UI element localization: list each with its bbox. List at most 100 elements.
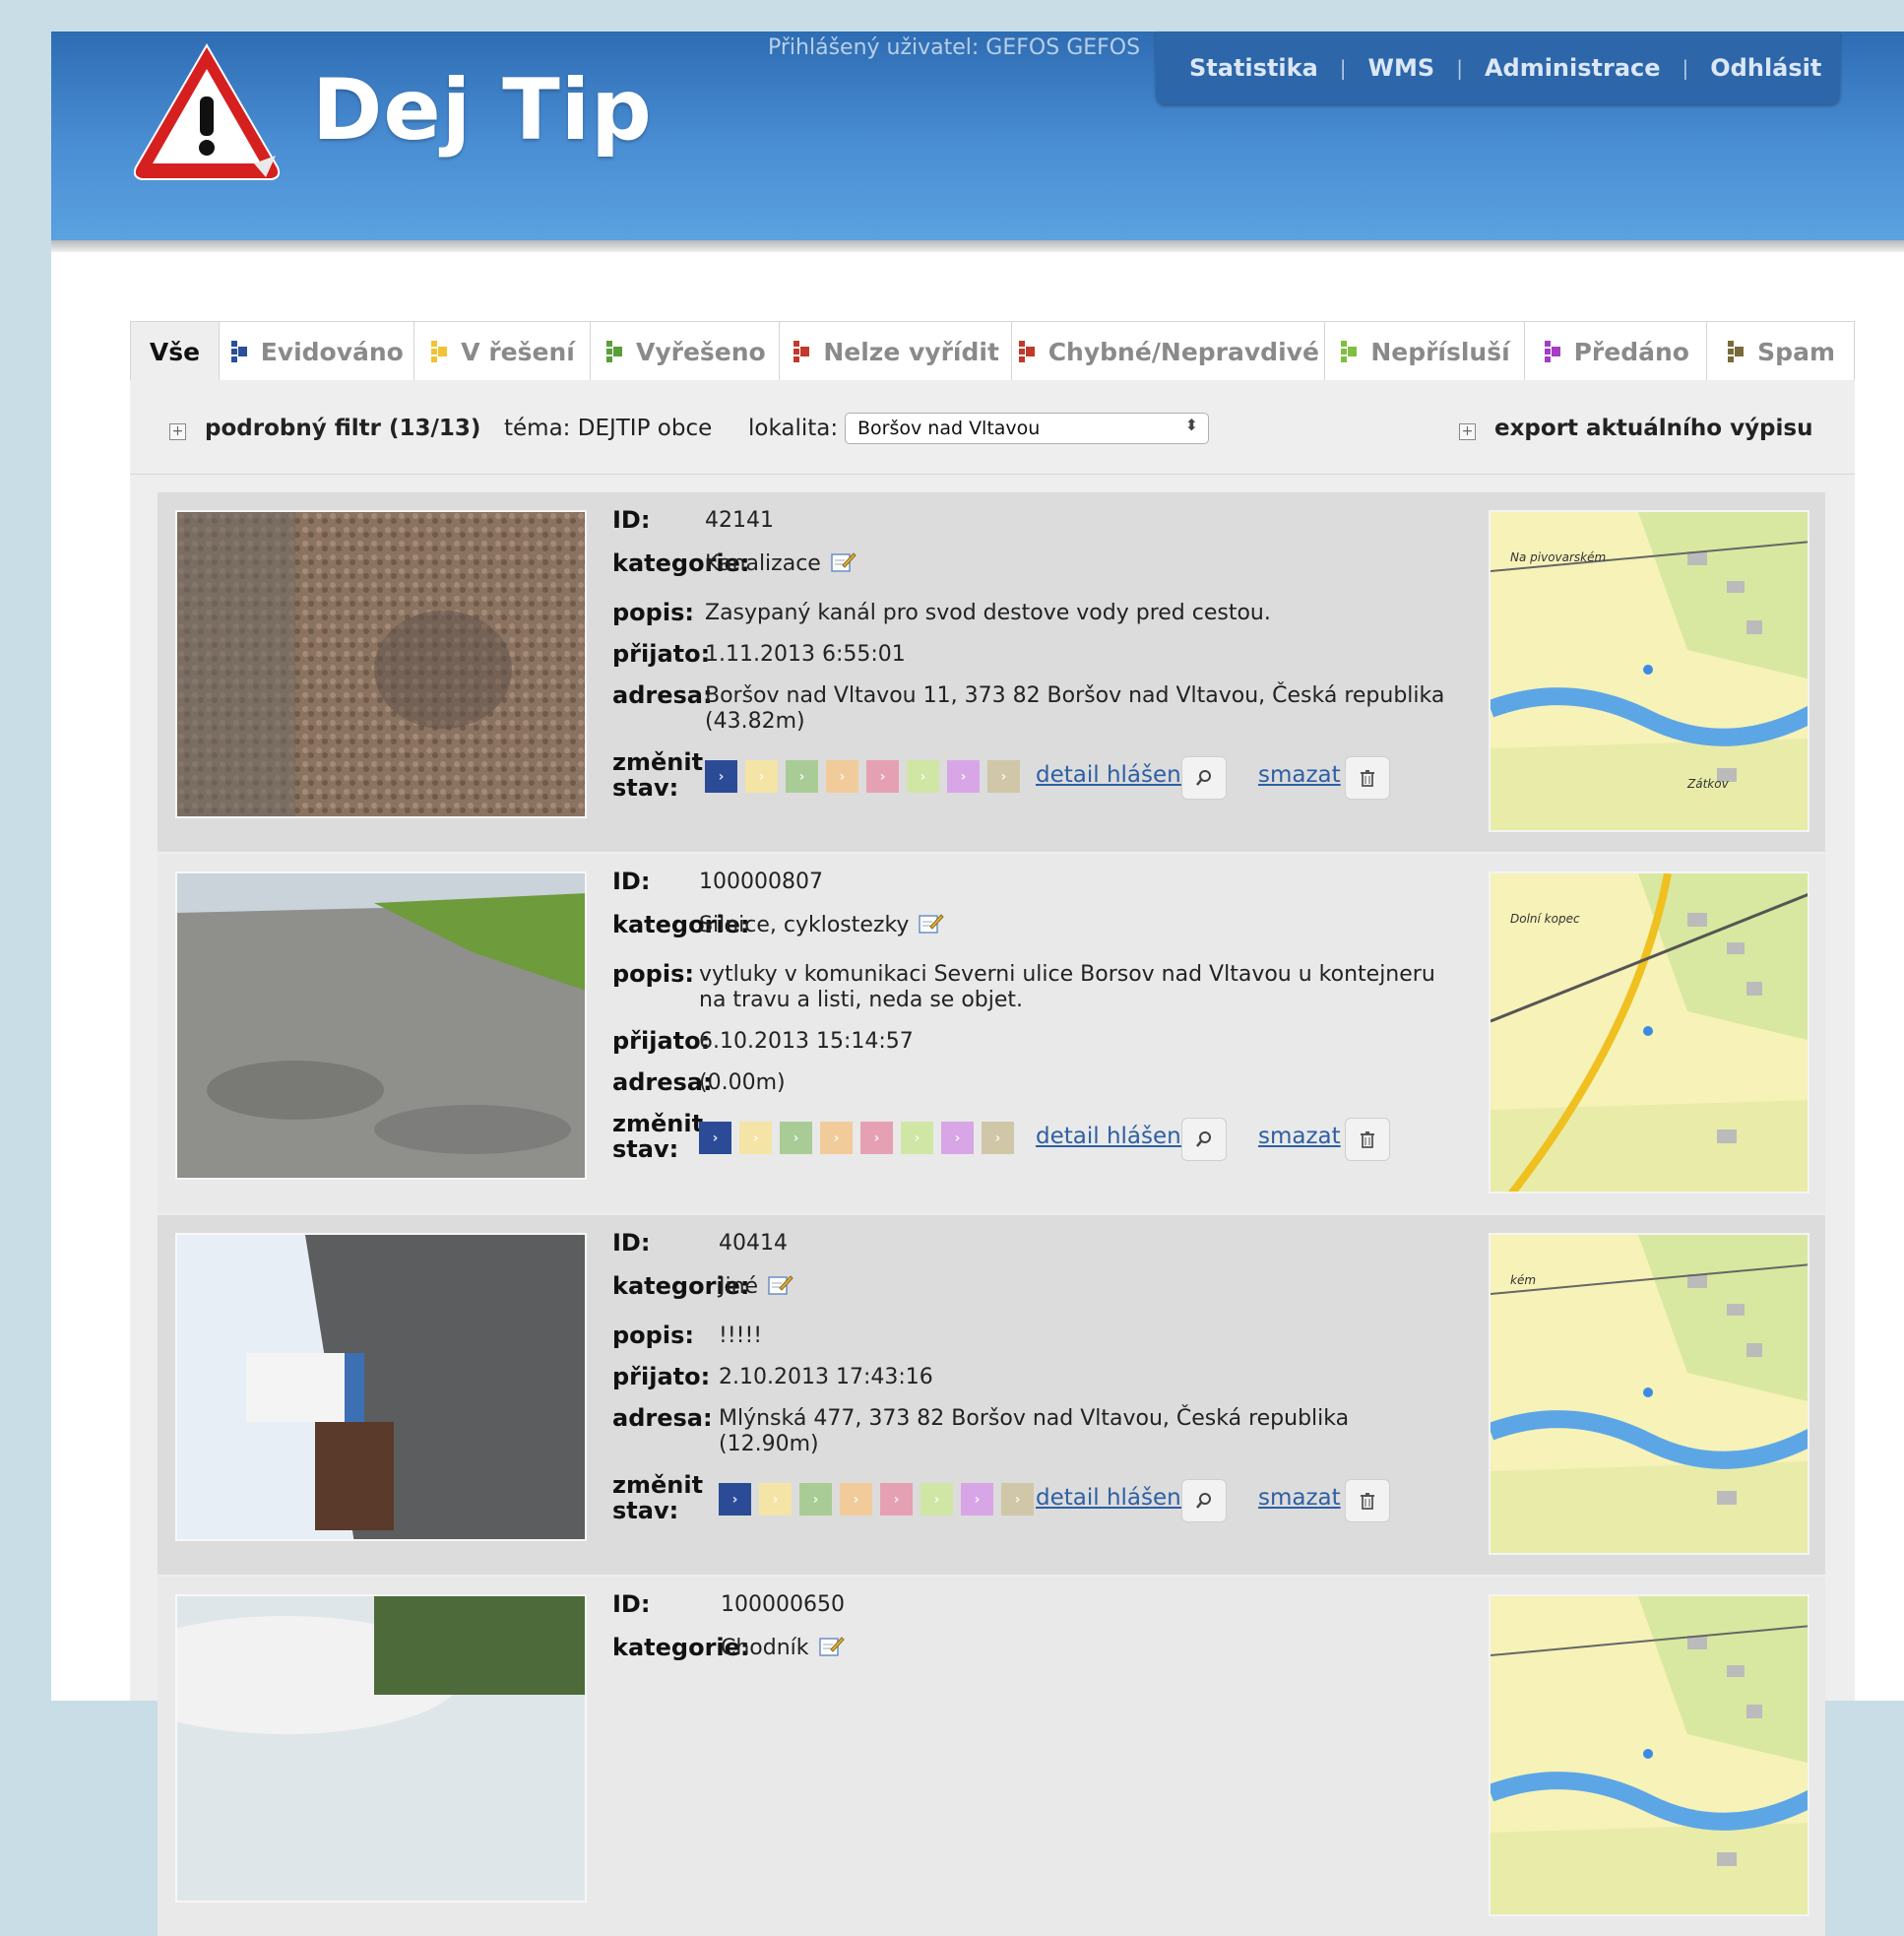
set-status-button-8[interactable]: › bbox=[982, 1122, 1014, 1154]
set-status-button-5[interactable]: › bbox=[880, 1483, 913, 1516]
status-change-buttons: › › › › › › › › bbox=[705, 760, 1020, 793]
tab-status-4[interactable]: Nelze vyřídit bbox=[780, 322, 1012, 381]
delete-report-link[interactable]: smazat bbox=[1258, 762, 1341, 788]
set-status-button-6[interactable]: › bbox=[907, 760, 939, 793]
edit-category-icon[interactable] bbox=[768, 1274, 793, 1296]
trash-icon[interactable] bbox=[1345, 1479, 1390, 1522]
prijato-label: přijato: bbox=[612, 1027, 711, 1055]
tema-label: téma: DEJTIP obce bbox=[504, 416, 713, 441]
tab-label: Nepřísluší bbox=[1370, 337, 1510, 366]
report-popis-line: !!!!! bbox=[719, 1323, 763, 1348]
tab-status-3[interactable]: Vyřešeno bbox=[591, 322, 781, 381]
tab-vse[interactable]: Vše bbox=[131, 322, 220, 381]
tab-status-5[interactable]: Chybné/Nepravdivé bbox=[1011, 322, 1325, 381]
report-photo[interactable] bbox=[175, 871, 587, 1180]
detail-report-link[interactable]: detail hlášení bbox=[1036, 762, 1187, 788]
set-status-button-3[interactable]: › bbox=[780, 1122, 812, 1154]
set-status-button-2[interactable]: › bbox=[759, 1483, 792, 1516]
report-photo[interactable] bbox=[175, 510, 587, 818]
set-status-button-2[interactable]: › bbox=[745, 760, 778, 793]
adresa-label: adresa: bbox=[612, 1068, 713, 1096]
tab-label: Vše bbox=[149, 337, 201, 366]
adresa-label: adresa: bbox=[612, 681, 713, 709]
report-map-thumbnail[interactable]: kém bbox=[1489, 1233, 1809, 1555]
magnify-icon[interactable] bbox=[1181, 1118, 1227, 1161]
nav-statistika[interactable]: Statistika bbox=[1189, 54, 1318, 82]
report-photo[interactable] bbox=[175, 1233, 587, 1541]
set-status-button-7[interactable]: › bbox=[941, 1122, 974, 1154]
report-map-thumbnail[interactable]: Na pivovarském Zátkov bbox=[1489, 510, 1809, 832]
set-status-button-7[interactable]: › bbox=[947, 760, 980, 793]
report-map-thumbnail[interactable] bbox=[1489, 1594, 1809, 1916]
delete-report-link[interactable]: smazat bbox=[1258, 1124, 1341, 1149]
set-status-button-5[interactable]: › bbox=[866, 760, 899, 793]
report-adresa-line: Boršov nad Vltavou 11, 373 82 Boršov nad… bbox=[705, 683, 1445, 708]
set-status-button-2[interactable]: › bbox=[739, 1122, 772, 1154]
report-id: 100000650 bbox=[721, 1592, 845, 1617]
report-adresa-line: (0.00m) bbox=[699, 1070, 786, 1095]
detail-filter-toggle[interactable]: podrobný filtr (13/13) bbox=[205, 416, 480, 441]
set-status-button-8[interactable]: › bbox=[1001, 1483, 1034, 1516]
set-status-button-6[interactable]: › bbox=[901, 1122, 933, 1154]
tab-status-1[interactable]: Evidováno bbox=[219, 322, 414, 381]
set-status-button-4[interactable]: › bbox=[840, 1483, 872, 1516]
tab-label: Předáno bbox=[1573, 337, 1689, 366]
set-status-button-7[interactable]: › bbox=[961, 1483, 993, 1516]
trash-icon[interactable] bbox=[1345, 1118, 1390, 1161]
expand-export-icon[interactable]: + bbox=[1459, 423, 1476, 440]
set-status-button-6[interactable]: › bbox=[920, 1483, 953, 1516]
nav-separator: | bbox=[1456, 56, 1463, 80]
status-flag-icon bbox=[1543, 339, 1562, 364]
lokalita-label: lokalita: bbox=[748, 416, 839, 441]
tab-status-6[interactable]: Nepřísluší bbox=[1324, 322, 1526, 381]
tab-status-7[interactable]: Předáno bbox=[1525, 322, 1708, 381]
magnify-icon[interactable] bbox=[1181, 756, 1227, 800]
detail-report-link[interactable]: detail hlášení bbox=[1036, 1124, 1187, 1149]
report-adresa-line: (43.82m) bbox=[705, 709, 805, 734]
set-status-button-3[interactable]: › bbox=[799, 1483, 832, 1516]
nav-administrace[interactable]: Administrace bbox=[1485, 54, 1661, 82]
report-card: Dolní kopec ID: 100000807 kategorie: Silnice… bbox=[158, 854, 1825, 1213]
nav-odhlasit[interactable]: Odhlásit bbox=[1710, 54, 1821, 82]
id-label: ID: bbox=[612, 1229, 651, 1257]
trash-icon[interactable] bbox=[1345, 756, 1390, 800]
expand-filter-icon[interactable]: + bbox=[169, 423, 186, 440]
nav-separator: | bbox=[1682, 56, 1689, 80]
set-status-button-8[interactable]: › bbox=[987, 760, 1020, 793]
set-status-button-1[interactable]: › bbox=[719, 1483, 751, 1516]
status-flag-icon bbox=[1726, 339, 1745, 364]
id-label: ID: bbox=[612, 868, 651, 895]
set-status-button-3[interactable]: › bbox=[786, 760, 818, 793]
nav-wms[interactable]: WMS bbox=[1368, 54, 1435, 82]
delete-report-link[interactable]: smazat bbox=[1258, 1485, 1341, 1511]
lokalita-select[interactable]: Boršov nad Vltavou ⬍ bbox=[845, 413, 1209, 444]
report-photo[interactable] bbox=[175, 1594, 587, 1903]
tab-label: Spam bbox=[1757, 337, 1835, 366]
status-flag-icon bbox=[604, 339, 624, 364]
report-map-thumbnail[interactable]: Dolní kopec bbox=[1489, 871, 1809, 1194]
report-id: 100000807 bbox=[699, 870, 823, 894]
tab-status-2[interactable]: V řešení bbox=[413, 322, 592, 381]
set-status-button-5[interactable]: › bbox=[860, 1122, 893, 1154]
svg-text:Zátkov: Zátkov bbox=[1686, 777, 1730, 791]
kategorie-text: Silnice, cyklostezky bbox=[699, 913, 910, 937]
tab-status-8[interactable]: Spam bbox=[1707, 322, 1854, 381]
set-status-button-4[interactable]: › bbox=[820, 1122, 853, 1154]
zmenit-label: změnit bbox=[612, 1110, 704, 1137]
detail-report-link[interactable]: detail hlášení bbox=[1036, 1485, 1187, 1511]
site-header: Dej Tip Přihlášený uživatel: GEFOS GEFOS… bbox=[51, 32, 1904, 240]
adresa-label: adresa: bbox=[612, 1404, 713, 1432]
export-listing-link[interactable]: export aktuálního výpisu bbox=[1494, 416, 1812, 441]
set-status-button-1[interactable]: › bbox=[705, 760, 737, 793]
edit-category-icon[interactable] bbox=[818, 1636, 845, 1657]
report-id: 40414 bbox=[719, 1231, 788, 1256]
edit-category-icon[interactable] bbox=[831, 551, 857, 573]
set-status-button-4[interactable]: › bbox=[826, 760, 858, 793]
magnify-icon[interactable] bbox=[1181, 1479, 1227, 1522]
prijato-label: přijato: bbox=[612, 1363, 711, 1390]
top-navigation: Statistika | WMS | Administrace | Odhlás… bbox=[1156, 32, 1840, 104]
svg-text:Na pivovarském: Na pivovarském bbox=[1510, 550, 1606, 564]
set-status-button-1[interactable]: › bbox=[699, 1122, 731, 1154]
popis-label: popis: bbox=[612, 599, 694, 626]
edit-category-icon[interactable] bbox=[919, 913, 945, 935]
